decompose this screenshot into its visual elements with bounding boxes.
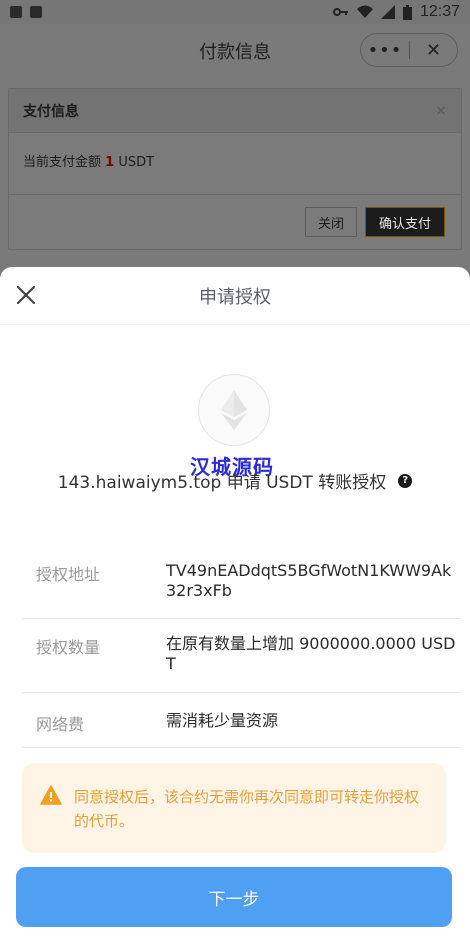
key-icon — [332, 8, 348, 16]
next-step-button[interactable]: 下一步 — [16, 867, 452, 927]
close-button[interactable]: 关闭 — [305, 207, 357, 237]
request-text: 143.haiwaiym5.top 申请 USDT 转账授权 — [57, 473, 387, 493]
detail-value: 需消耗少量资源 — [166, 711, 279, 730]
ethereum-icon — [221, 390, 247, 430]
detail-value: TV49nEADdqtS5BGfWotN1KWW9Ak32r3xFb — [166, 561, 452, 600]
detail-row-fee: 网络费 需消耗少量资源 — [22, 693, 460, 748]
authorization-request: 143.haiwaiym5.top 申请 USDT 转账授权 ? — [0, 468, 470, 493]
warning-icon — [40, 785, 62, 805]
confirm-pay-button[interactable]: 确认支付 — [365, 207, 445, 237]
status-bar: 12:37 — [0, 0, 470, 24]
sheet-title: 申请授权 — [199, 286, 271, 308]
clock: 12:37 — [419, 3, 460, 20]
dialog-close-icon[interactable]: × — [435, 103, 447, 119]
amount-unit: USDT — [118, 155, 155, 170]
battery-icon — [402, 4, 412, 20]
detail-label: 授权地址 — [36, 565, 101, 584]
page-title: 付款信息 — [199, 42, 271, 63]
warning-text: 同意授权后，该合约无需你再次同意即可转走你授权的代币。 — [74, 788, 420, 830]
help-icon[interactable]: ? — [398, 473, 413, 488]
cat-app-icon — [10, 6, 22, 18]
detail-value: 在原有数量上增加 9000000.0000 USDT — [166, 634, 456, 673]
token-logo — [198, 374, 270, 446]
app-notification-icon — [30, 6, 42, 18]
amount-value: 1 — [105, 155, 115, 170]
detail-label: 授权数量 — [36, 638, 101, 657]
payment-dialog: 支付信息 × 当前支付金额 1 USDT 关闭 确认支付 — [8, 88, 462, 250]
close-page-icon[interactable]: ✕ — [410, 40, 457, 61]
signal-icon — [380, 5, 395, 19]
title-bar: 付款信息 ••• ✕ — [0, 24, 470, 78]
payment-dialog-title: 支付信息 — [23, 103, 79, 120]
mini-program-capsule: ••• ✕ — [360, 33, 458, 67]
authorization-details: 授权地址 TV49nEADdqtS5BGfWotN1KWW9Ak32r3xFb … — [22, 545, 460, 748]
close-icon[interactable] — [12, 281, 40, 309]
detail-label: 网络费 — [36, 715, 85, 734]
more-options-icon[interactable]: ••• — [361, 40, 409, 61]
wifi-icon — [356, 5, 373, 18]
warning-notice: 同意授权后，该合约无需你再次同意即可转走你授权的代币。 — [22, 763, 446, 853]
detail-row-amount: 授权数量 在原有数量上增加 9000000.0000 USDT — [22, 619, 460, 693]
amount-label: 当前支付金额 — [23, 155, 102, 170]
detail-row-address: 授权地址 TV49nEADdqtS5BGfWotN1KWW9Ak32r3xFb — [22, 545, 460, 619]
payment-amount: 当前支付金额 1 USDT — [9, 133, 461, 195]
